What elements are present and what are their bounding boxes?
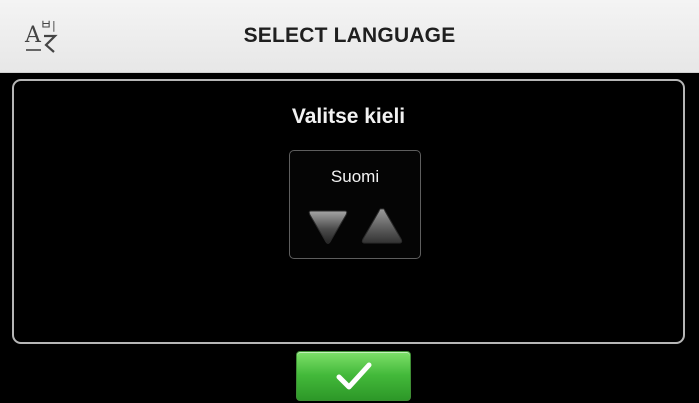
language-panel: Valitse kieli Suomi bbox=[12, 79, 685, 344]
selected-language: Suomi bbox=[330, 167, 380, 186]
language-selection-screen: A ㅂ | SELECT LANGUAGE Valitse kieli Suom… bbox=[0, 0, 699, 403]
triangle-up-icon[interactable] bbox=[358, 205, 406, 249]
page-title: SELECT LANGUAGE bbox=[243, 24, 456, 47]
language-selector: Suomi bbox=[289, 150, 421, 259]
language-prompt: Valitse kieli bbox=[291, 105, 406, 128]
header-bar: A ㅂ | SELECT LANGUAGE bbox=[0, 0, 699, 73]
checkmark-icon bbox=[336, 362, 372, 390]
confirm-button[interactable] bbox=[296, 351, 411, 401]
triangle-down-icon[interactable] bbox=[304, 205, 352, 249]
